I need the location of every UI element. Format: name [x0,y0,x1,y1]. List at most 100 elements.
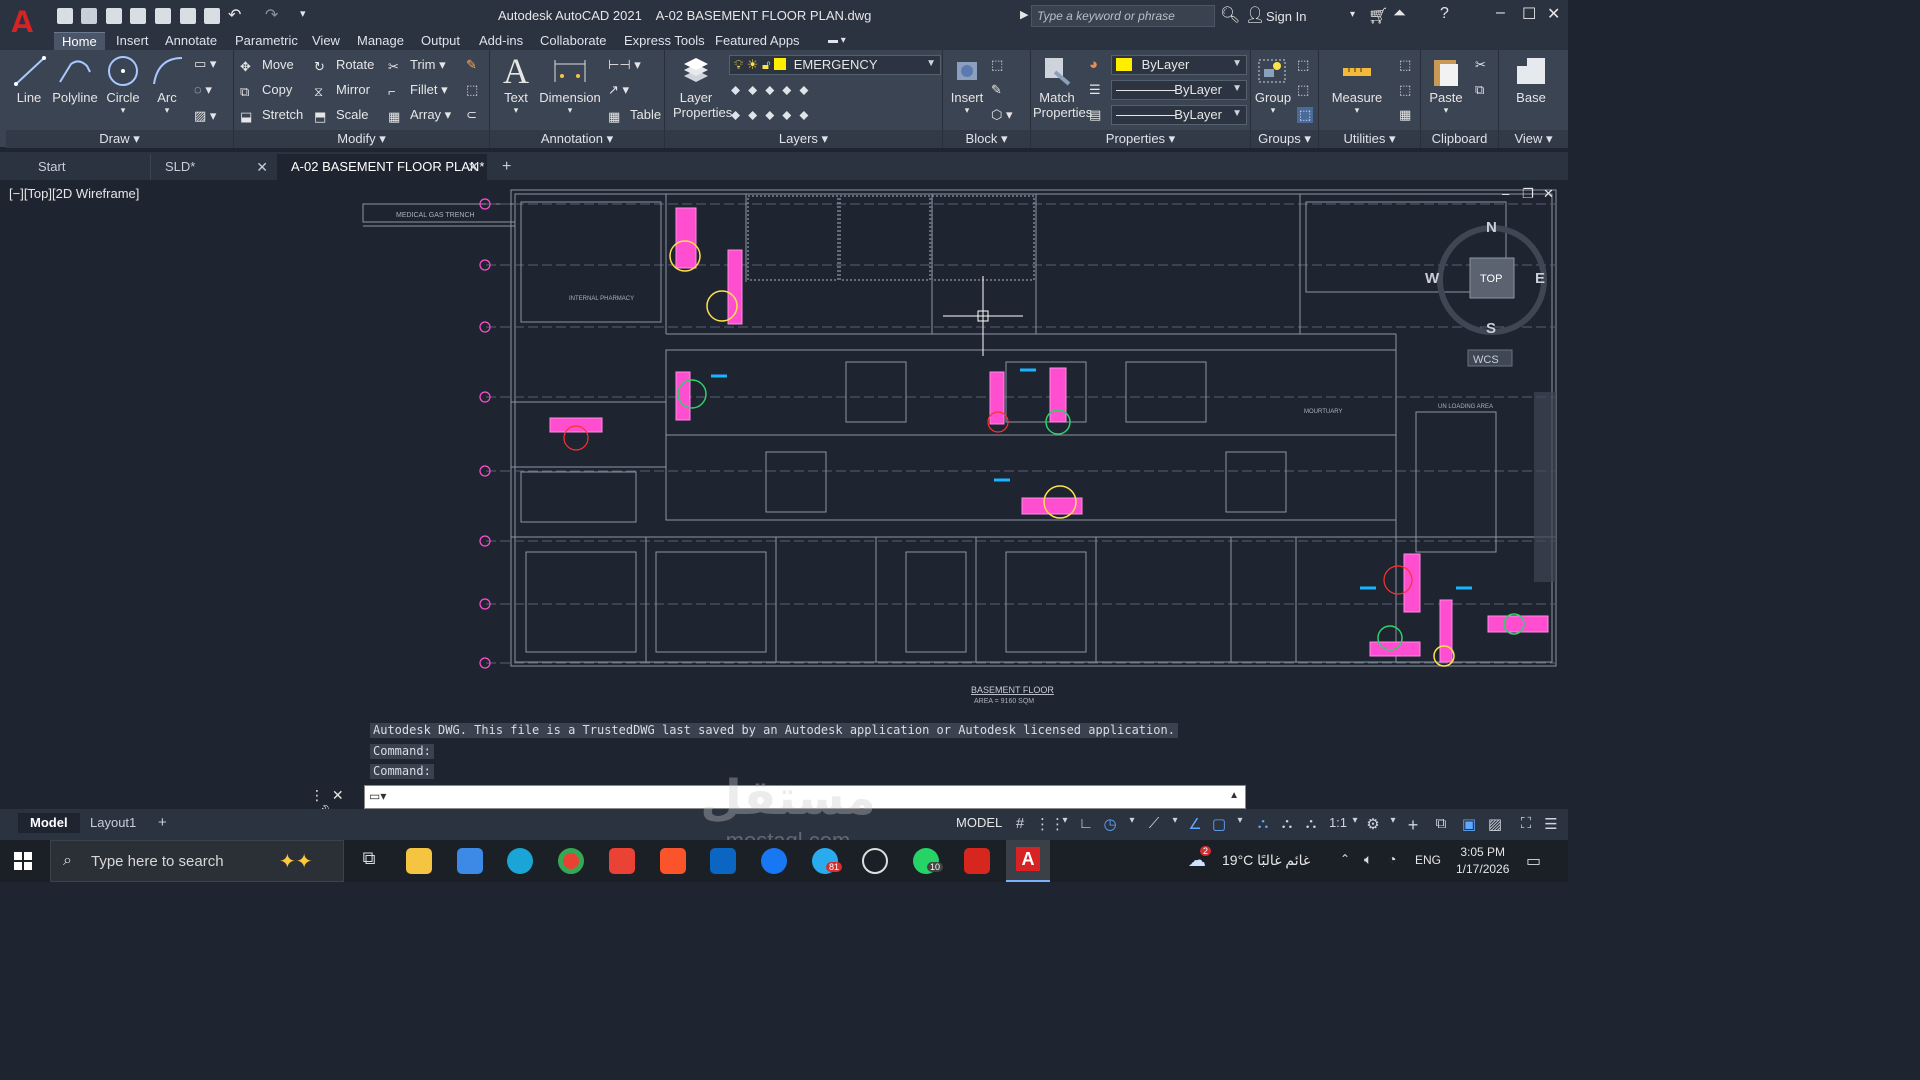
layer-tools-row-1[interactable]: ⬥⬥⬥⬥⬥ [731,82,817,98]
annotation-panel-title[interactable]: Annotation ▾ [490,130,664,148]
tab-annotate[interactable]: Annotate [157,32,225,50]
save-to-web-icon[interactable] [155,8,171,24]
clipboard-panel-title[interactable]: Clipboard [1421,130,1498,148]
linetype-icon[interactable]: ▤ [1089,107,1101,123]
chevron-right-icon[interactable]: ▶ [1020,8,1028,21]
layer-dropdown[interactable]: 💡︎ ☀ 🔓︎ EMERGENCY ▼ [729,55,941,75]
group-select-icon[interactable]: ⬚ [1297,107,1314,123]
gmail-icon[interactable] [609,848,635,874]
isolate-objects-icon[interactable]: ⧉ [1432,815,1450,833]
layers-panel-title[interactable]: Layers ▾ [665,130,942,148]
tab-model[interactable]: Model [18,813,80,833]
array-button[interactable]: ▦ Array ▾ [388,107,451,124]
layer-tools-row-2[interactable]: ⬥⬥⬥⬥⬥ [731,107,817,123]
tab-add-ins[interactable]: Add-ins [471,32,531,50]
command-history-toggle-icon[interactable]: ▲ [1229,790,1239,801]
customization-menu-icon[interactable]: ☰ [1542,815,1560,833]
fillet-button[interactable]: ⌐ Fillet ▾ [388,82,448,99]
tab-collaborate[interactable]: Collaborate [532,32,615,50]
input-language[interactable]: ENG [1415,853,1441,867]
model-space-toggle[interactable]: MODEL [956,815,1002,830]
close-command-line-icon[interactable]: ✕ [332,787,344,803]
hatch-icon[interactable]: ◌ ▾ [194,82,212,98]
open-folder-icon[interactable] [81,8,97,24]
weather-text[interactable]: 19°C غائم غالبًا [1222,852,1310,869]
microsoft-store-icon[interactable] [457,848,483,874]
circle-dropdown-icon[interactable]: ▾ [104,105,142,116]
rotate-button[interactable]: ↻ Rotate [314,57,374,74]
tab-basement-floor-plan[interactable]: A-02 BASEMENT FLOOR PLAN* ✕ [277,154,487,180]
table-button[interactable]: ▦ Table [608,107,661,124]
linetype-dropdown[interactable]: ByLayer ▼ [1111,80,1247,100]
fullscreen-icon[interactable]: ⛶ [1517,815,1535,833]
tray-overflow-icon[interactable]: ⌃ [1340,852,1350,866]
object-snap-icon[interactable]: ▢ [1210,815,1228,833]
close-icon[interactable]: ✕ [1547,4,1560,24]
close-tab-icon[interactable]: ✕ [467,154,479,180]
settings-dropdown-icon[interactable]: ▾ [1384,815,1402,833]
ribbon-minimize-icon[interactable]: ▬ ▾ [820,32,854,50]
search-icon[interactable]: 🔍︎ [1220,5,1240,25]
grip-icon[interactable]: ⋮ [310,787,324,803]
grid-icon[interactable]: # [1011,815,1029,833]
copy-clip-icon[interactable]: ⧉ [1475,82,1484,98]
undo-icon[interactable]: ↶ [228,5,241,25]
windows-start-icon[interactable] [14,852,32,870]
tab-featured-apps[interactable]: Featured Apps [707,32,808,50]
edit-attributes-icon[interactable]: ⬡ ▾ [991,107,1013,123]
redo-icon[interactable]: ↷ [265,5,278,25]
add-layout-button[interactable]: + [146,813,179,833]
text-button[interactable]: A Text ▾ [498,53,534,116]
tab-output[interactable]: Output [413,32,468,50]
import-icon[interactable] [180,8,196,24]
chrome-icon[interactable] [558,848,584,874]
circle-button[interactable]: Circle ▾ [104,54,142,116]
calculator-icon[interactable]: ▦ [1399,107,1411,123]
new-file-icon[interactable] [57,8,73,24]
snap-dropdown-icon[interactable]: ▾ [1056,815,1074,833]
base-view-button[interactable]: Base [1509,54,1553,105]
erase-icon[interactable]: ✎ [466,57,477,73]
chatgpt-icon[interactable] [862,848,888,874]
sign-in-dropdown-icon[interactable]: ▾ [1350,9,1355,20]
auto-scale-icon[interactable]: ⛬ [1278,815,1296,833]
arc-button[interactable]: Arc ▾ [150,54,184,116]
copy-button[interactable]: ⧉ Copy [240,82,292,99]
scale-button[interactable]: ⬒ Scale [314,107,369,124]
weather-icon[interactable]: ☁ 2 [1188,846,1212,871]
polyline-button[interactable]: Polyline [50,54,100,105]
volume-icon[interactable]: 🔈︎ [1364,851,1372,868]
viewport-restore-icon[interactable]: ❐ [1522,186,1534,202]
system-clock[interactable]: 3:05 PM 1/17/2026 [1456,844,1509,878]
task-view-icon[interactable]: ⧉ [356,848,382,874]
tab-start[interactable]: Start [24,154,150,180]
match-properties-button[interactable]: Match Properties [1033,54,1092,120]
navigation-bar[interactable] [1534,392,1556,582]
maximize-icon[interactable]: ☐ [1522,4,1536,24]
annotation-visibility-icon[interactable]: ⛬ [1254,815,1272,833]
drawing-viewport[interactable]: N S W E TOP WCS MEDICAL GAS TRENCH INTER… [6,182,1568,806]
notifications-icon[interactable]: ▭ [1526,851,1541,871]
save-as-icon[interactable] [130,8,146,24]
linkedin-icon[interactable] [710,848,736,874]
tab-express-tools[interactable]: Express Tools [616,32,713,50]
properties-panel-title[interactable]: Properties ▾ [1031,130,1250,148]
measure-button[interactable]: Measure ▾ [1327,54,1387,116]
trim-button[interactable]: ✂ Trim ▾ [388,57,446,74]
add-icon[interactable]: + [1404,815,1422,835]
command-prompt-icon[interactable]: ▭▾ [369,789,386,803]
help-icon[interactable]: ? [1440,5,1449,23]
lineweight-icon[interactable]: ☰ [1089,82,1101,98]
create-block-icon[interactable]: ⬚ [991,57,1003,73]
acrobat-icon[interactable] [964,848,990,874]
viewport-controls-label[interactable]: [−][Top][2D Wireframe] [9,186,139,201]
utilities-panel-title[interactable]: Utilities ▾ [1319,130,1420,148]
group-edit-icon[interactable]: ⬚ [1297,82,1309,98]
quick-select-icon[interactable]: ⬚ [1399,57,1411,73]
whatsapp-icon[interactable]: 10 [913,848,944,874]
scale-dropdown-icon[interactable]: ▾ [1346,815,1364,833]
new-tab-button[interactable]: + [488,154,518,180]
insert-block-button[interactable]: Insert ▾ [947,54,987,116]
explode-icon[interactable]: ⬚ [466,82,478,98]
close-tab-icon[interactable]: ✕ [256,154,268,180]
